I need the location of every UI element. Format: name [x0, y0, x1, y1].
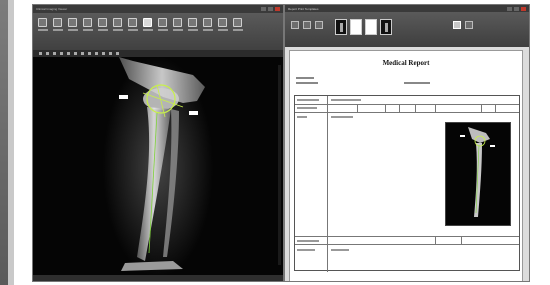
image-viewport[interactable] [33, 57, 283, 277]
report-icon [218, 18, 227, 27]
toolbar-button-annotate[interactable] [202, 18, 213, 31]
minimize-icon[interactable] [507, 6, 512, 11]
report-window-controls [507, 6, 526, 11]
toolbar-button-contrast[interactable] [142, 18, 153, 31]
report-window: Report Print Templates Medical Report [284, 4, 530, 282]
print-icon [68, 18, 77, 27]
layout-icon [98, 18, 107, 27]
viewer-ribbon [33, 13, 283, 57]
toolbar-button-export[interactable] [82, 18, 93, 31]
report-window-title: Report Print Templates [288, 6, 319, 11]
ruler-icon [188, 18, 197, 27]
report-page: Medical Report [289, 50, 523, 281]
toolbar-button-print[interactable] [67, 18, 78, 31]
close-icon[interactable] [521, 6, 526, 11]
ribbon-tool-row [33, 50, 283, 57]
print-icon[interactable] [453, 21, 461, 29]
toolbar-button-settings[interactable] [232, 18, 243, 31]
pan-icon [128, 18, 137, 27]
toolbar-button-angle[interactable] [172, 18, 183, 31]
maximize-icon[interactable] [268, 7, 273, 11]
report-form-table [294, 95, 520, 272]
report-title: Medical Report [382, 59, 430, 67]
maximize-icon[interactable] [514, 6, 519, 11]
save-icon [53, 18, 62, 27]
toolbar-button-report[interactable] [217, 18, 228, 31]
xray-image [103, 57, 213, 277]
export-pdf-icon[interactable] [465, 21, 473, 29]
viewer-scrollbar[interactable] [278, 65, 281, 265]
viewer-window: Clinical Imaging Viewer [32, 4, 284, 282]
open-report-icon[interactable] [303, 21, 311, 29]
toolbar-button-open[interactable] [37, 18, 48, 31]
viewer-title: Clinical Imaging Viewer [36, 7, 68, 11]
toolbar-button-layout[interactable] [97, 18, 108, 31]
open-icon [38, 18, 47, 27]
zoom-icon [113, 18, 122, 27]
angle-icon [173, 18, 182, 27]
page-thumbnail-1[interactable] [350, 19, 362, 35]
page-thumbnail-2[interactable] [365, 19, 377, 35]
report-titlebar[interactable]: Report Print Templates [285, 5, 529, 12]
toolbar-button-zoom[interactable] [112, 18, 123, 31]
annotation-label-left[interactable] [119, 95, 128, 99]
background-window-strip [0, 0, 8, 285]
viewer-statusbar [33, 275, 283, 281]
report-toolbar [285, 12, 529, 47]
image-thumbnail-2[interactable] [380, 19, 392, 35]
annotation-label-right[interactable] [189, 111, 198, 115]
minimize-icon[interactable] [261, 7, 266, 11]
background-window-edge [0, 0, 14, 285]
toolbar-button-pan[interactable] [127, 18, 138, 31]
toolbar-button-ruler[interactable] [187, 18, 198, 31]
image-thumbnail-1[interactable] [335, 19, 347, 35]
report-xray-image [460, 127, 495, 217]
annotate-icon [203, 18, 212, 27]
export-icon [83, 18, 92, 27]
contrast-icon [143, 18, 152, 27]
settings-icon [233, 18, 242, 27]
new-report-icon[interactable] [291, 21, 299, 29]
save-report-icon[interactable] [315, 21, 323, 29]
report-header-block [294, 73, 520, 95]
measure-icon [158, 18, 167, 27]
close-icon[interactable] [275, 7, 280, 11]
toolbar-button-measure[interactable] [157, 18, 168, 31]
report-xray-thumbnail[interactable] [445, 122, 511, 226]
report-page-area: Medical Report [285, 47, 529, 281]
viewer-titlebar[interactable]: Clinical Imaging Viewer [33, 5, 283, 13]
viewer-window-controls [261, 7, 280, 11]
toolbar-button-save[interactable] [52, 18, 63, 31]
